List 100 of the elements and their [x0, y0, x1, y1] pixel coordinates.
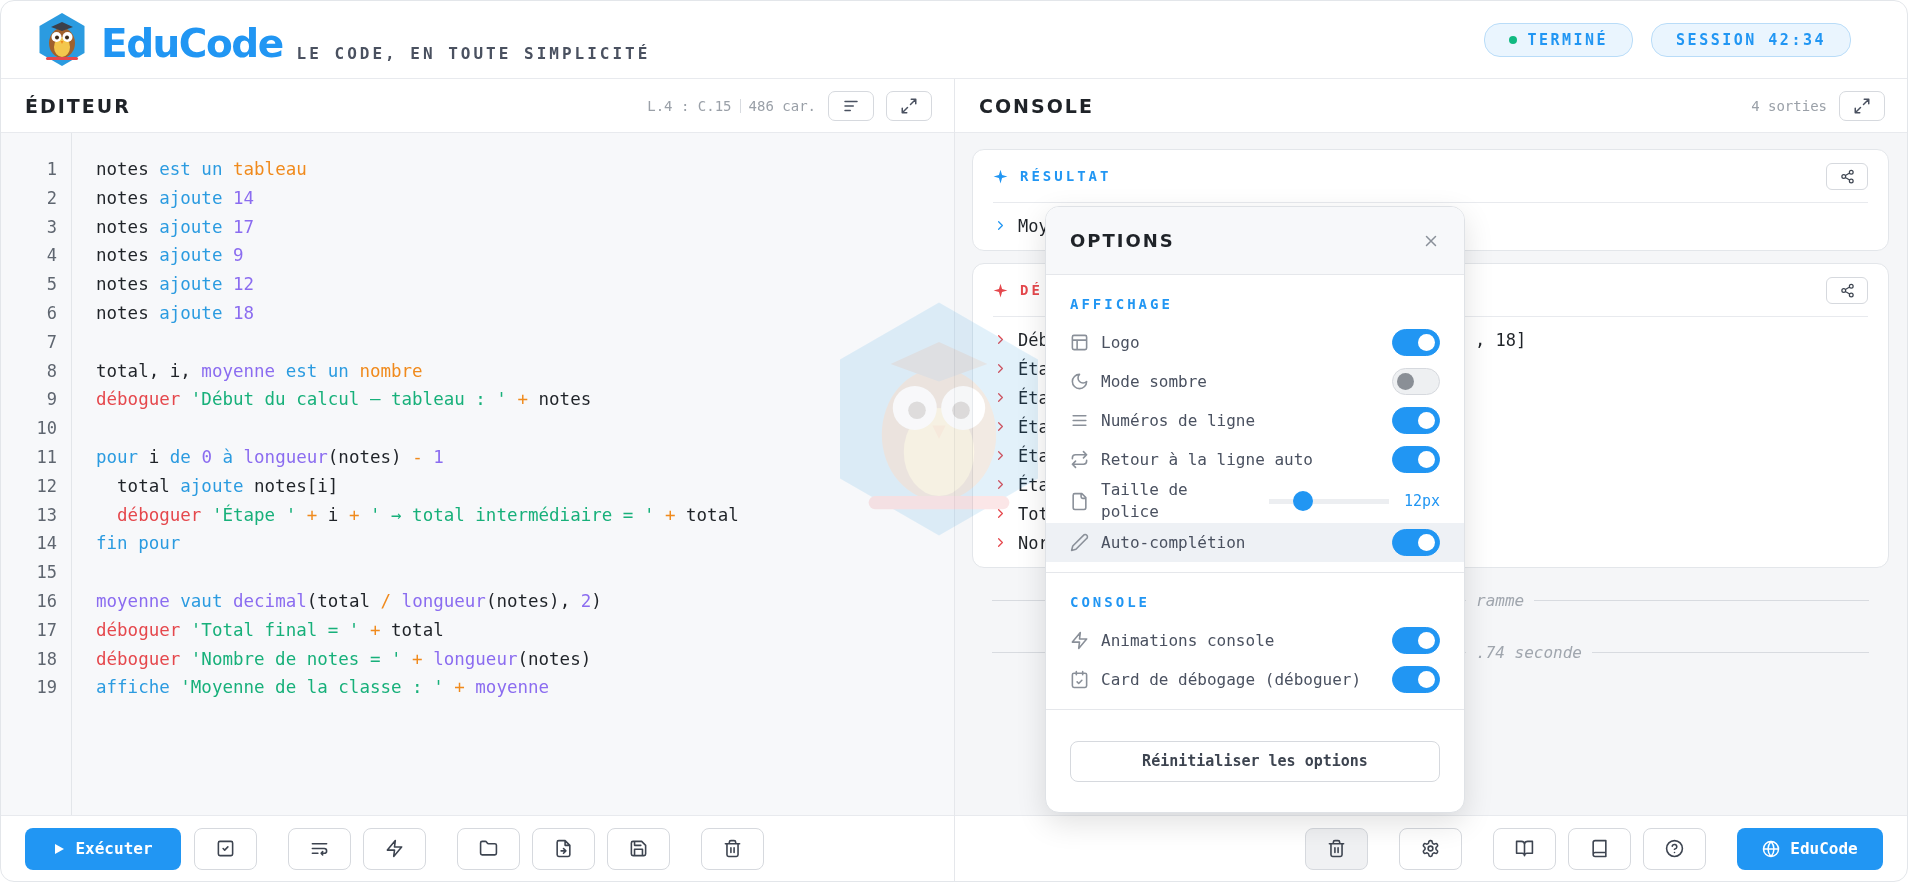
toolbar-button[interactable]: [1643, 827, 1706, 870]
option-label: Taille de police: [1101, 479, 1189, 523]
toggle-switch[interactable]: [1392, 627, 1440, 654]
line-number: 4: [45, 244, 57, 268]
line-number: 3: [45, 215, 57, 239]
book-icon: [1590, 839, 1609, 858]
option-label: Animations console: [1101, 631, 1276, 650]
toggle-switch[interactable]: [1392, 446, 1440, 473]
expand-icon: [1853, 96, 1871, 115]
file-import-icon: [554, 839, 573, 858]
line-number: 9: [45, 388, 57, 412]
cursor-position: L.4 : C.15: [647, 97, 732, 114]
option-label: Numéros de ligne: [1101, 411, 1257, 430]
toolbar-button[interactable]: [607, 827, 670, 870]
line-number: 12: [35, 474, 57, 498]
run-button[interactable]: Exécuter: [25, 827, 181, 870]
pencil-icon: [1070, 533, 1089, 552]
toolbar-button[interactable]: [1305, 827, 1368, 870]
toolbar-button[interactable]: [1568, 827, 1631, 870]
toolbar-button[interactable]: [363, 827, 426, 870]
reset-button[interactable]: Réinitialiser les options: [1070, 740, 1440, 782]
separator-text: .74 seconde: [1476, 642, 1582, 662]
slider-value: 12px: [1403, 492, 1440, 510]
line-number: 1: [45, 158, 57, 181]
code-line: déboguer 'Début du calcul — tableau : ' + notes: [96, 388, 593, 412]
trash-icon: [723, 839, 742, 858]
code-line: notes ajoute 9: [96, 244, 245, 268]
help-icon: [1665, 839, 1684, 858]
settings-icon: [1421, 839, 1440, 858]
line-number: 15: [35, 561, 57, 585]
popup-title: OPTIONS: [1070, 230, 1175, 251]
format-button[interactable]: [828, 90, 874, 121]
brand-name: EduCode: [101, 24, 283, 63]
open-book-icon: [1515, 839, 1534, 858]
slider-thumb[interactable]: [1292, 491, 1313, 511]
play-icon: [53, 842, 66, 855]
layout-icon: [1070, 333, 1089, 352]
code-line: total, i, moyenne est un nombre: [96, 359, 424, 383]
file-icon: [1070, 491, 1089, 511]
option-label: Retour à la ligne auto: [1101, 450, 1314, 469]
toggle-switch[interactable]: [1392, 329, 1440, 356]
option-label: Logo: [1101, 333, 1141, 352]
code-line: notes ajoute 14: [96, 186, 256, 210]
tagline: LE CODE, EN TOUTE SIMPLICITÉ: [296, 44, 651, 63]
line-number: 14: [35, 532, 57, 556]
toolbar-button[interactable]: [1399, 827, 1462, 870]
brand-button[interactable]: EduCode: [1737, 827, 1883, 870]
trash-icon: [1327, 839, 1346, 858]
output-text: , 18]: [1475, 329, 1527, 350]
share-icon: [1839, 168, 1855, 184]
expand-button[interactable]: [1839, 90, 1885, 121]
option-label: Card de débogage (déboguer): [1101, 670, 1363, 689]
card-title: DÉ: [1020, 282, 1044, 298]
toolbar-button[interactable]: [457, 827, 520, 870]
expand-icon: [900, 96, 918, 115]
code-line: déboguer 'Nombre de notes = ' + longueur(notes): [96, 647, 593, 671]
toggle-switch[interactable]: [1392, 666, 1440, 693]
expand-button[interactable]: [886, 90, 932, 121]
character-count: 486 car.: [748, 97, 816, 114]
toggle-switch[interactable]: [1392, 529, 1440, 556]
line-number: 11: [35, 445, 57, 469]
toggle-switch[interactable]: [1392, 407, 1440, 434]
line-number: 18: [35, 647, 57, 671]
option-label: Auto-complétion: [1101, 533, 1247, 552]
code-line: affiche 'Moyenne de la classe : ' + moyenne: [96, 676, 551, 700]
code-line: notes ajoute 17: [96, 215, 256, 239]
toolbar-button[interactable]: [701, 827, 764, 870]
section-title: AFFICHAGE: [1069, 295, 1174, 314]
card-title: RÉSULTAT: [1020, 168, 1113, 184]
output-text: Tot: [1018, 503, 1049, 524]
share-button[interactable]: [1826, 276, 1868, 304]
folder-icon: [479, 839, 498, 858]
separator-text: ramme: [1476, 590, 1525, 610]
lightning-icon: [1070, 631, 1089, 650]
line-number: 17: [35, 618, 57, 642]
moon-icon: [1070, 372, 1089, 391]
line-number: 8: [45, 359, 57, 383]
line-number: 7: [45, 330, 57, 354]
code-line: fin pour: [96, 532, 182, 556]
toolbar-button[interactable]: [194, 827, 257, 870]
sparkle-icon: [993, 282, 1008, 298]
share-icon: [1839, 282, 1855, 298]
session-badge: SESSION 42:34: [1651, 22, 1851, 57]
sparkle-icon: [993, 168, 1008, 184]
save-icon: [629, 839, 648, 858]
output-text: Nor: [1018, 532, 1049, 553]
code-line: déboguer 'Total final = ' + total: [96, 618, 445, 642]
status-label: TERMINÉ: [1527, 30, 1609, 49]
share-button[interactable]: [1826, 162, 1868, 190]
line-number: 13: [35, 503, 57, 527]
code-line: moyenne vaut decimal(total / longueur(notes), 2): [96, 589, 603, 613]
panel-title: ÉDITEUR: [25, 94, 131, 117]
line-number: 5: [45, 273, 57, 297]
code-line: déboguer 'Étape ' + i + ' → total intermédiaire = ' + total: [116, 503, 739, 527]
toolbar-button[interactable]: [532, 827, 595, 870]
toolbar-button[interactable]: [1493, 827, 1556, 870]
output-count: 4 sorties: [1751, 97, 1827, 114]
line-number: 2: [45, 186, 57, 210]
code-line: notes est un tableau: [96, 158, 308, 181]
repeat-icon: [1070, 450, 1089, 469]
